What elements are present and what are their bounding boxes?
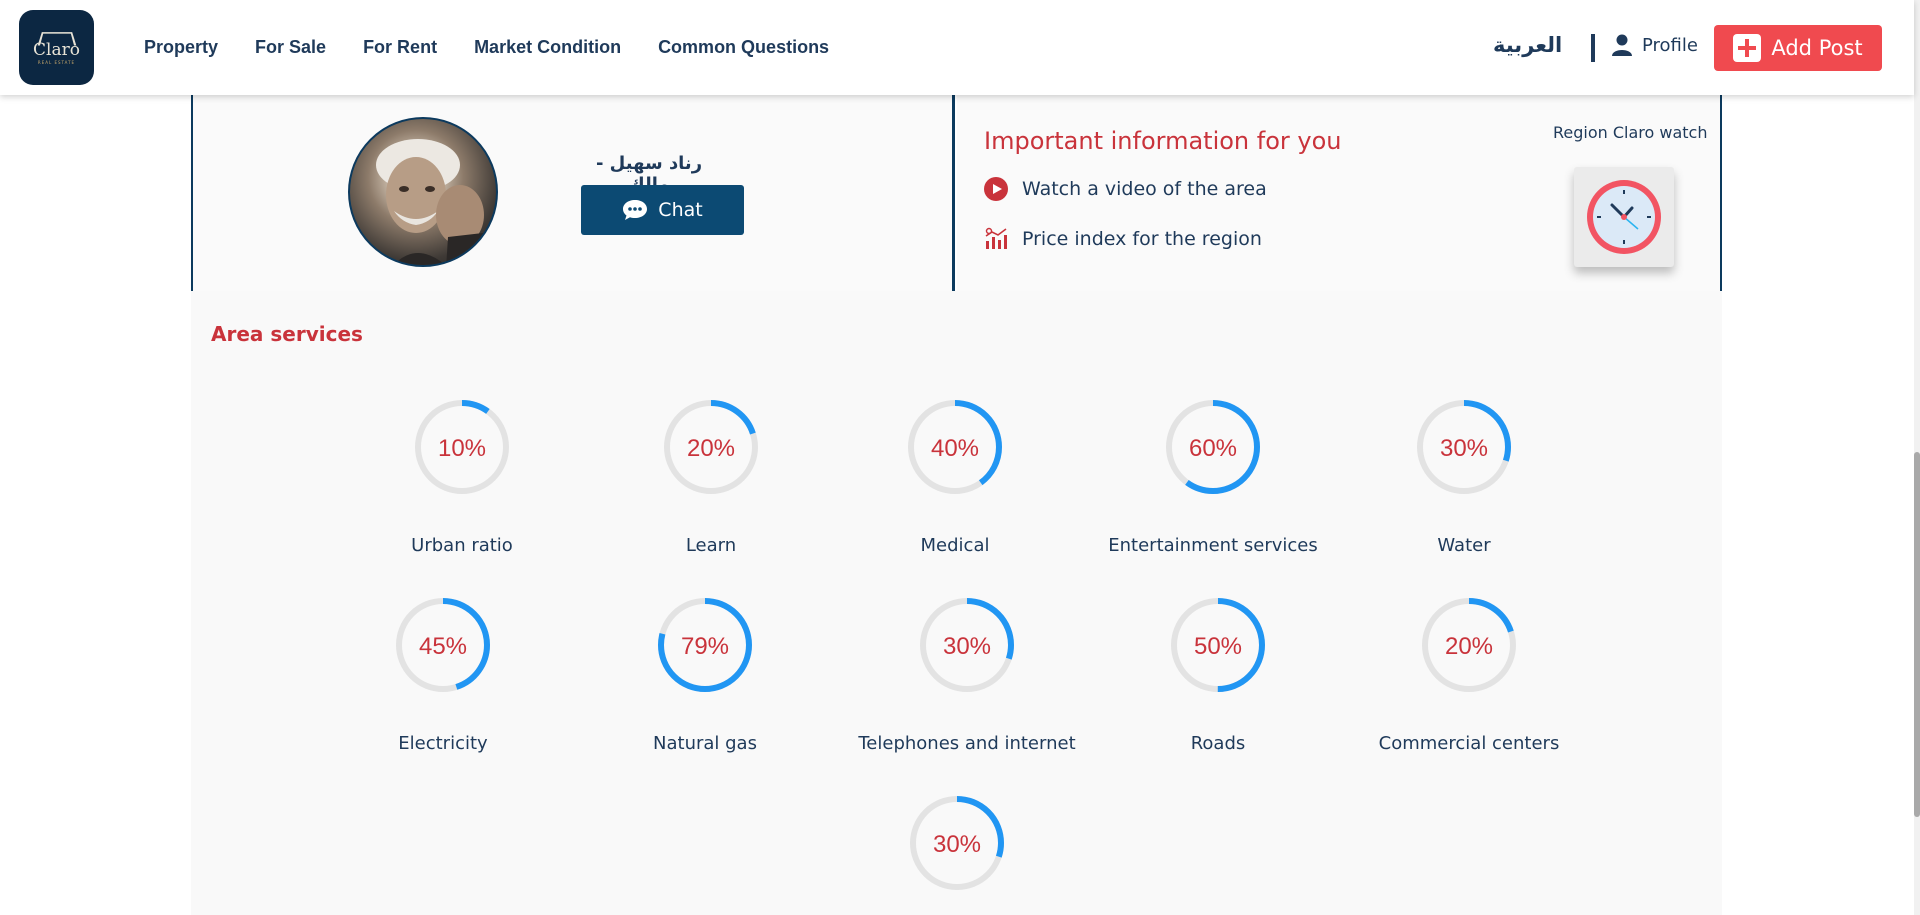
region-watch-button[interactable]	[1574, 167, 1674, 267]
service-progress-ring: 45%	[396, 598, 490, 692]
service-label: Entertainment services	[1108, 535, 1318, 556]
area-services-title: Area services	[211, 322, 363, 346]
service-item: 79% Natural gas	[575, 595, 835, 754]
service-item: 30%	[827, 793, 1087, 893]
chat-button[interactable]: Chat	[581, 185, 744, 235]
user-icon	[1612, 34, 1632, 56]
service-label: Learn	[685, 535, 737, 556]
service-percent: 30%	[933, 831, 981, 858]
service-label: Electricity	[398, 733, 488, 754]
logo-subtext: REAL ESTATE	[37, 59, 76, 65]
profile-link[interactable]: Profile	[1612, 34, 1698, 56]
profile-label: Profile	[1642, 34, 1698, 56]
service-progress-ring: 20%	[1422, 598, 1516, 692]
service-progress-ring: 79%	[658, 598, 752, 692]
play-icon	[984, 177, 1008, 201]
service-label: Water	[1437, 535, 1491, 556]
service-percent: 79%	[681, 633, 729, 660]
owner-avatar	[348, 117, 498, 267]
service-label: Natural gas	[653, 733, 757, 754]
service-progress-ring: 20%	[664, 400, 758, 494]
service-progress-ring: 30%	[1417, 400, 1511, 494]
nav-common-questions[interactable]: Common Questions	[658, 37, 829, 58]
region-watch-label: Region Claro watch	[1553, 123, 1708, 142]
service-progress-ring: 30%	[910, 796, 1004, 890]
scrollbar-thumb[interactable]	[1914, 452, 1920, 817]
service-item: 30% Water	[1334, 397, 1594, 556]
info-title: Important information for you	[984, 127, 1342, 155]
service-percent: 45%	[419, 633, 467, 660]
service-item: 40% Medical	[825, 397, 1085, 556]
service-item: 10% Urban ratio	[332, 397, 592, 556]
service-percent: 60%	[1189, 435, 1237, 462]
clock-icon	[1587, 180, 1661, 254]
service-progress-ring: 50%	[1171, 598, 1265, 692]
service-label: Medical	[920, 535, 990, 556]
watch-video-link[interactable]: Watch a video of the area	[984, 177, 1267, 201]
chat-bubble-icon	[623, 200, 648, 220]
service-percent: 20%	[687, 435, 735, 462]
header-divider	[1591, 34, 1595, 62]
service-label: Urban ratio	[411, 535, 513, 556]
service-item: 20% Learn	[581, 397, 841, 556]
service-label: Roads	[1190, 733, 1246, 754]
info-panel: Important information for you Watch a vi…	[957, 95, 1722, 291]
nav-market-condition[interactable]: Market Condition	[474, 37, 621, 58]
service-percent: 50%	[1194, 633, 1242, 660]
language-switch[interactable]: العربية	[1493, 33, 1562, 57]
watch-video-label: Watch a video of the area	[1022, 178, 1267, 200]
service-progress-ring: 60%	[1166, 400, 1260, 494]
service-item: 30% Telephones and internet	[837, 595, 1097, 754]
service-progress-ring: 30%	[920, 598, 1014, 692]
nav-for-sale[interactable]: For Sale	[255, 37, 326, 58]
owner-panel: رناد سهيل - مالك Chat	[191, 95, 955, 291]
service-percent: 20%	[1445, 633, 1493, 660]
plus-icon	[1733, 34, 1762, 62]
area-services-section: Area services 10% Urban ratio 20% Learn 40% M…	[191, 291, 1722, 915]
service-label: Commercial centers	[1378, 733, 1560, 754]
service-item: 45% Electricity	[313, 595, 573, 754]
service-progress-ring: 10%	[415, 400, 509, 494]
service-label: Telephones and internet	[858, 733, 1076, 754]
price-chart-icon	[985, 227, 1007, 249]
nav-property[interactable]: Property	[144, 37, 218, 58]
add-post-label: Add Post	[1771, 36, 1863, 60]
service-item: 50% Roads	[1088, 595, 1348, 754]
service-item: 60% Entertainment services	[1083, 397, 1343, 556]
chat-label: Chat	[658, 199, 703, 221]
service-percent: 10%	[438, 435, 486, 462]
avatar-portrait-image	[376, 139, 496, 265]
price-index-label: Price index for the region	[1022, 228, 1262, 250]
service-percent: 30%	[943, 633, 991, 660]
claro-logo[interactable]: Claro REAL ESTATE	[19, 10, 94, 85]
top-navbar: Claro REAL ESTATE Property For Sale For …	[0, 0, 1914, 95]
service-progress-ring: 40%	[908, 400, 1002, 494]
service-percent: 30%	[1440, 435, 1488, 462]
main-nav: Property For Sale For Rent Market Condit…	[144, 37, 829, 58]
service-percent: 40%	[931, 435, 979, 462]
add-post-button[interactable]: Add Post	[1714, 25, 1882, 71]
service-item: 20% Commercial centers	[1339, 595, 1599, 754]
logo-roof-icon	[37, 31, 76, 45]
price-index-link[interactable]: Price index for the region	[984, 227, 1262, 251]
nav-for-rent[interactable]: For Rent	[363, 37, 437, 58]
